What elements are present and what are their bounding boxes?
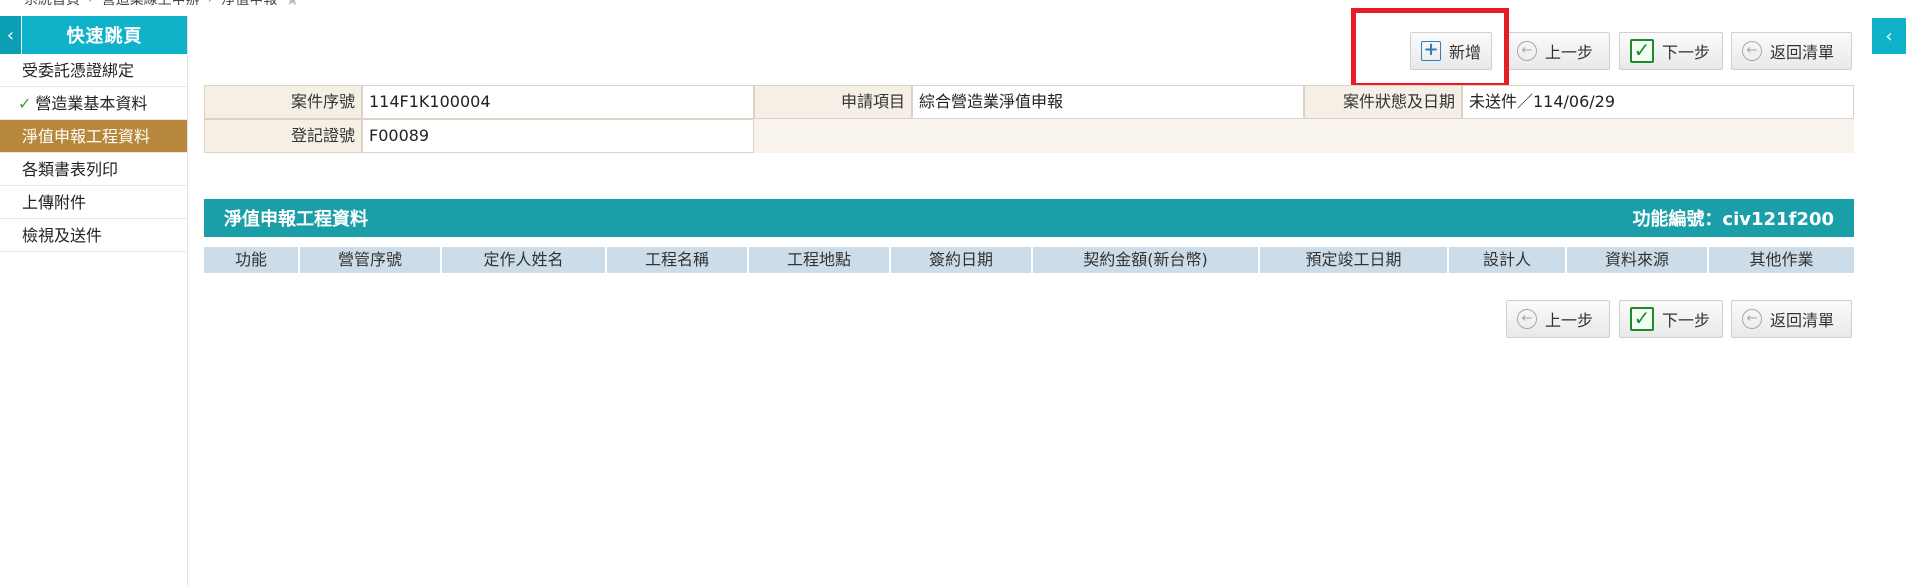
column-header: 預定竣工日期	[1260, 247, 1449, 273]
column-header: 其他作業	[1749, 250, 1814, 269]
projects-grid-header: 功能 營管序號 定作人姓名 工程名稱 工程地點 簽約日期 契約金額(新台幣) 預…	[204, 247, 1854, 273]
case-info-table: 案件序號 114F1K100004 申請項目 綜合營造業淨值申報 案件狀態及日期…	[204, 85, 1854, 153]
add-button-label: 新增	[1448, 43, 1481, 62]
registration-number-label: 登記證號	[204, 119, 362, 153]
case-number-value: 114F1K100004	[362, 85, 754, 119]
back-to-list-button[interactable]: ← 返回清單	[1731, 300, 1852, 338]
column-header: 簽約日期	[891, 247, 1033, 273]
prev-step-label: 上一步	[1545, 311, 1594, 330]
check-icon: ✓	[18, 94, 32, 113]
column-header: 契約金額(新台幣)	[1033, 247, 1260, 273]
column-header: 工程名稱	[607, 247, 749, 273]
column-header: 設計人	[1449, 247, 1567, 273]
sidebar-item-upload-attachments[interactable]: 上傳附件	[0, 186, 187, 219]
column-header: 定作人姓名	[442, 247, 607, 273]
arrow-left-circle-icon: ←	[1517, 309, 1537, 329]
arrow-left-circle-icon: ←	[1517, 41, 1537, 61]
prev-step-label: 上一步	[1545, 43, 1594, 62]
sidebar-item-label: 受委託憑證綁定	[22, 61, 135, 80]
section-title: 淨值申報工程資料	[224, 209, 368, 230]
sidebar-item-proxy-certificate[interactable]: 受委託憑證綁定	[0, 54, 187, 87]
sidebar-item-label: 各類書表列印	[22, 160, 119, 179]
breadcrumb-online[interactable]: 營造業線上申辦	[102, 0, 200, 9]
case-number-label: 案件序號	[204, 85, 362, 119]
sidebar-item-label: 營造業基本資料	[35, 94, 148, 113]
breadcrumb-current: 淨值申報	[221, 0, 278, 8]
apply-item-value: 綜合營造業淨值申報	[912, 85, 1304, 119]
plus-icon: +	[1421, 41, 1441, 61]
sidebar-collapse-icon[interactable]: ‹	[0, 16, 22, 54]
next-step-button[interactable]: ✓ 下一步	[1619, 32, 1723, 70]
column-header: 資料來源	[1567, 247, 1709, 273]
quick-jump-sidebar: ‹ 快速跳頁 受委託憑證綁定 ✓ 營造業基本資料 淨值申報工程資料 各類書表列印 …	[0, 16, 188, 587]
prev-step-button[interactable]: ← 上一步	[1506, 300, 1610, 338]
next-step-label: 下一步	[1662, 311, 1711, 330]
case-info-row: 登記證號 F00089	[204, 119, 1854, 153]
breadcrumb-separator: ›	[208, 0, 214, 7]
arrow-left-circle-icon: ←	[1742, 41, 1762, 61]
case-status-label: 案件狀態及日期	[1304, 85, 1462, 119]
right-panel-toggle-icon[interactable]: ‹	[1872, 18, 1906, 54]
registration-number-value: F00089	[362, 119, 754, 153]
column-header: 工程地點	[749, 247, 891, 273]
sidebar-item-net-value-projects[interactable]: 淨值申報工程資料	[0, 120, 187, 153]
sidebar-item-label: 檢視及送件	[22, 226, 103, 245]
sidebar-header: ‹ 快速跳頁	[0, 16, 187, 54]
prev-step-button[interactable]: ← 上一步	[1506, 32, 1610, 70]
breadcrumb-home[interactable]: 系統首頁	[24, 0, 80, 9]
checkmark-icon: ✓	[1630, 307, 1654, 331]
sidebar-item-review-submit[interactable]: 檢視及送件	[0, 219, 187, 252]
back-to-list-label: 返回清單	[1770, 43, 1835, 62]
apply-item-label: 申請項目	[754, 85, 912, 119]
case-info-row: 案件序號 114F1K100004 申請項目 綜合營造業淨值申報 案件狀態及日期…	[204, 85, 1854, 119]
column-header: 營管序號	[300, 247, 442, 273]
checkmark-icon: ✓	[1630, 39, 1654, 63]
sidebar-item-label: 上傳附件	[22, 193, 87, 212]
favorite-star-icon[interactable]: ★	[285, 0, 299, 9]
next-step-label: 下一步	[1662, 43, 1711, 62]
back-to-list-button[interactable]: ← 返回清單	[1731, 32, 1852, 70]
sidebar-item-basic-info[interactable]: ✓ 營造業基本資料	[0, 87, 187, 120]
column-header: 功能	[204, 247, 300, 273]
sidebar-item-print-forms[interactable]: 各類書表列印	[0, 153, 187, 186]
sidebar-title: 快速跳頁	[66, 26, 143, 47]
back-to-list-label: 返回清單	[1770, 311, 1835, 330]
info-filler	[754, 119, 1854, 153]
function-code: 功能編號：civ121f200	[1632, 209, 1834, 230]
breadcrumb: 系統首頁 › 營造業線上申辦 › 淨值申報 ★	[24, 0, 300, 9]
section-header: 淨值申報工程資料 功能編號：civ121f200	[204, 199, 1854, 237]
breadcrumb-separator: ›	[88, 0, 94, 7]
arrow-left-circle-icon: ←	[1742, 309, 1762, 329]
case-status-value: 未送件／114/06/29	[1462, 85, 1854, 119]
add-button[interactable]: + 新增	[1410, 32, 1492, 70]
sidebar-item-label: 淨值申報工程資料	[22, 127, 151, 146]
next-step-button[interactable]: ✓ 下一步	[1619, 300, 1723, 338]
